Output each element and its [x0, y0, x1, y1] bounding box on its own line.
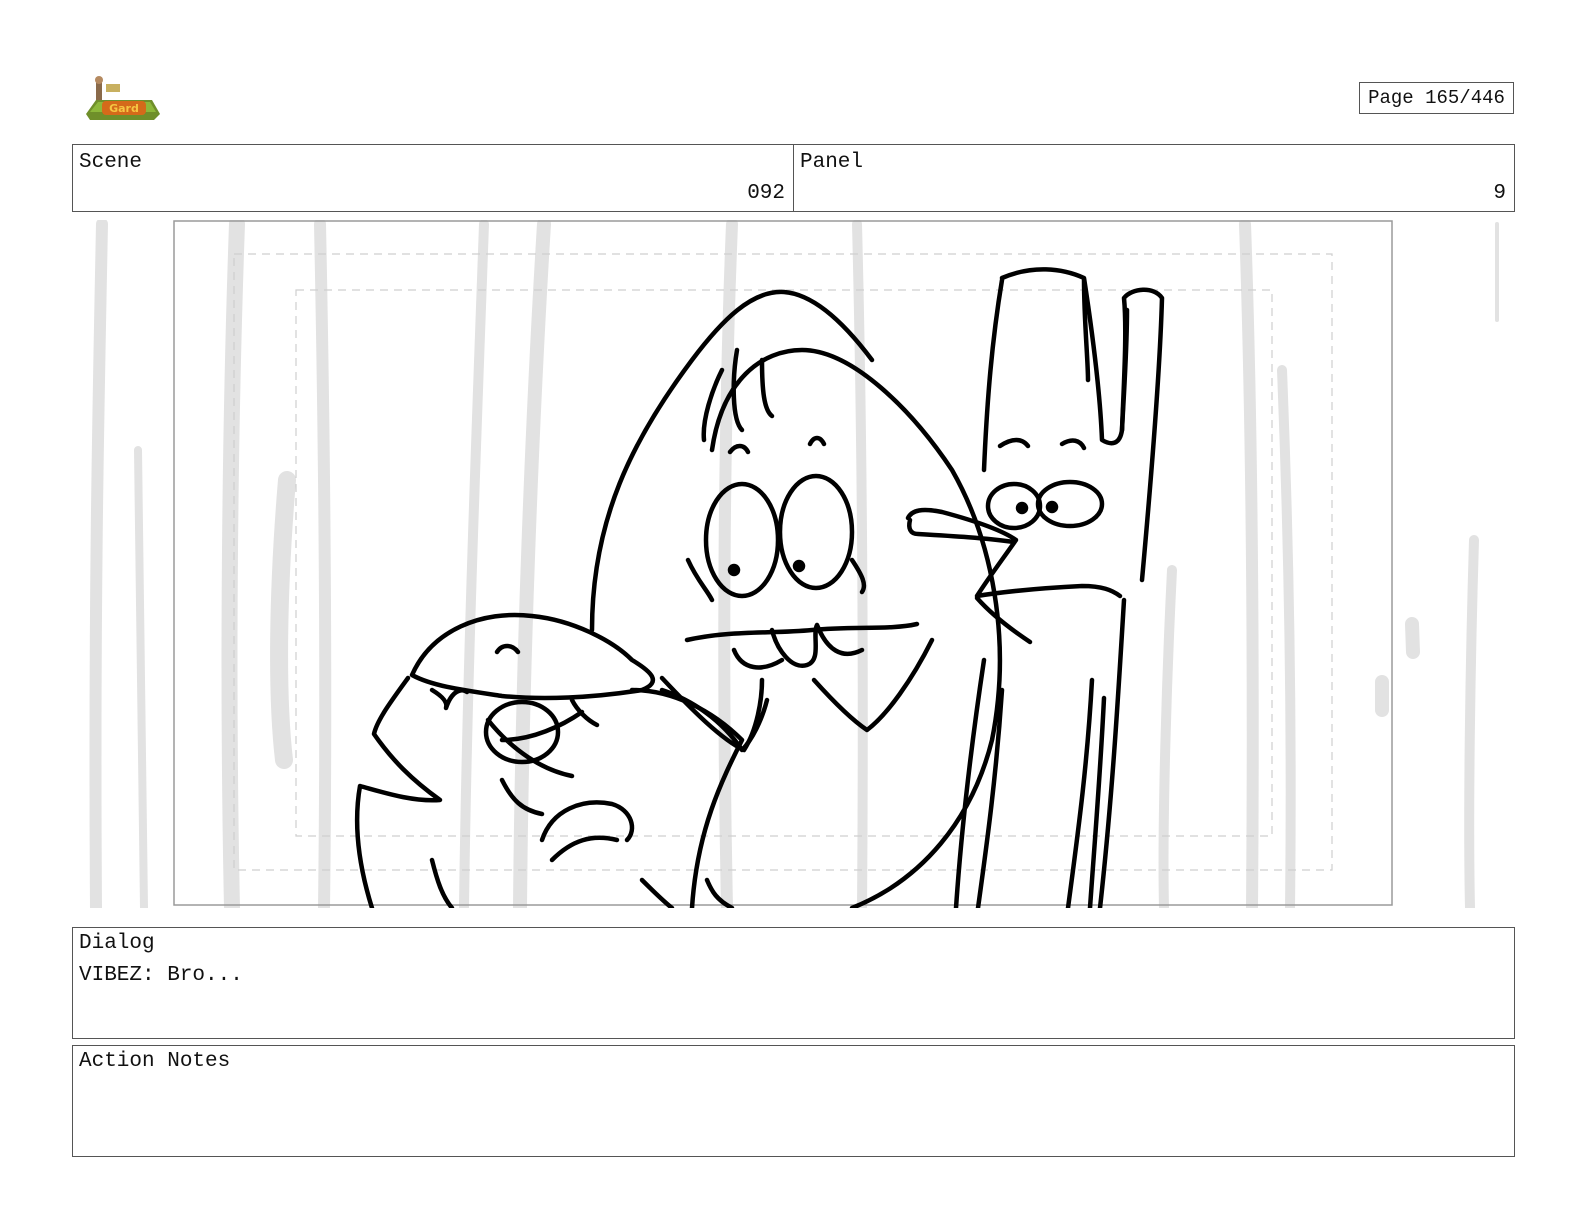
action-notes-label: Action Notes: [79, 1050, 231, 1073]
dialog-box: Dialog VIBEZ: Bro...: [72, 927, 1515, 1039]
show-logo-icon: Gard: [86, 76, 160, 120]
panel-cell: Panel 9: [793, 145, 1514, 211]
scene-label: Scene: [79, 151, 143, 174]
panel-label: Panel: [800, 151, 864, 174]
scene-cell: Scene 092: [73, 145, 793, 211]
scene-number: 092: [747, 182, 785, 205]
page-number: Page 165/446: [1359, 82, 1514, 114]
dialog-text: VIBEZ: Bro...: [79, 964, 243, 987]
scene-panel-header: Scene 092 Panel 9: [72, 144, 1515, 212]
dialog-label: Dialog: [79, 932, 155, 955]
svg-text:Gard: Gard: [109, 102, 139, 115]
panel-number: 9: [1493, 182, 1506, 205]
storyboard-sketch-panel: [89, 220, 1499, 908]
action-notes-box: Action Notes: [72, 1045, 1515, 1157]
